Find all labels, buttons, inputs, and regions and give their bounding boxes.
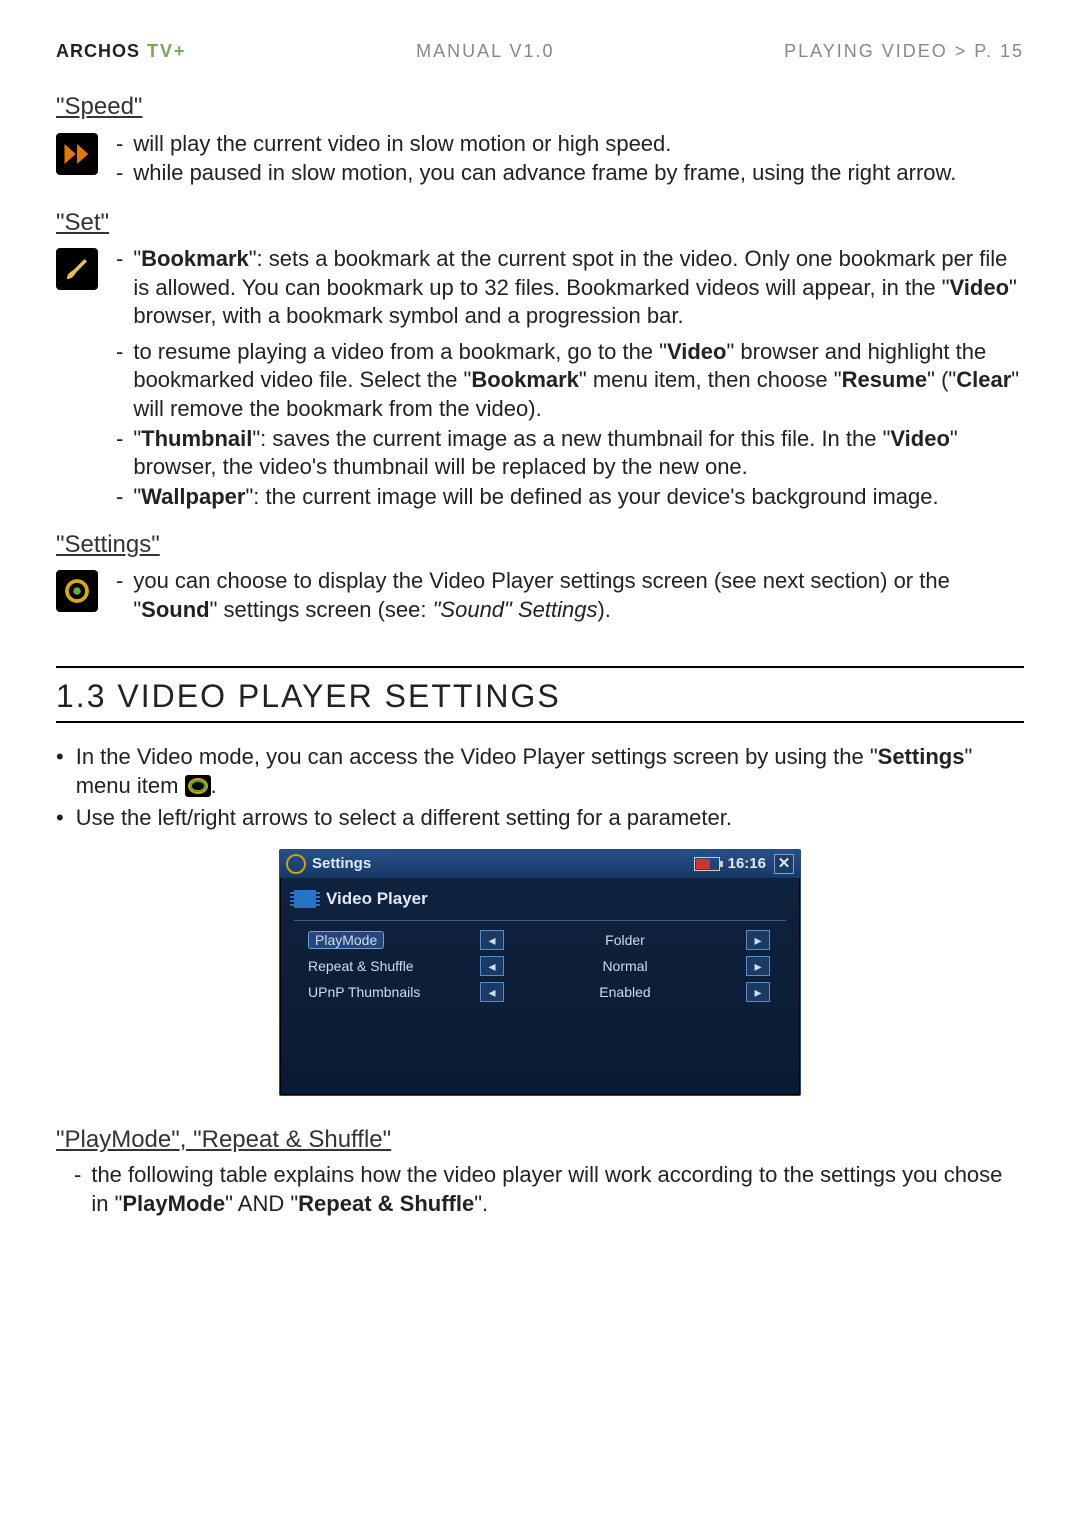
playmode-p1: the following table explains how the vid… xyxy=(91,1161,1024,1218)
header-left: ARCHOS TV+ xyxy=(56,40,187,63)
set-b3: "Thumbnail": saves the current image as … xyxy=(133,425,1024,482)
settings-inline-icon xyxy=(185,775,211,797)
row0-label: PlayMode xyxy=(308,931,384,949)
playmode-bullets: - the following table explains how the v… xyxy=(74,1161,1024,1218)
intro-l1: In the Video mode, you can access the Vi… xyxy=(76,743,1024,800)
left-arrow-icon[interactable]: ◂ xyxy=(480,982,504,1002)
row0-value: Folder xyxy=(506,931,744,949)
product: TV+ xyxy=(147,41,187,61)
shot-title: Settings xyxy=(312,854,371,874)
speed-block: -will play the current video in slow mot… xyxy=(56,129,1024,189)
header-center: MANUAL V1.0 xyxy=(416,40,554,63)
gear-icon xyxy=(56,570,98,612)
speed-heading: "Speed" xyxy=(56,91,1024,122)
row2-label: UPnP Thumbnails xyxy=(308,984,420,1000)
settings-heading: "Settings" xyxy=(56,529,1024,560)
shot-row-repeat[interactable]: Repeat & Shuffle ◂ Normal ▸ xyxy=(280,953,800,979)
section-1-3-heading: 1.3 VIDEO PLAYER SETTINGS xyxy=(56,666,1024,724)
settings-bullets: - you can choose to display the Video Pl… xyxy=(116,566,1024,625)
speed-b2: while paused in slow motion, you can adv… xyxy=(133,159,956,188)
set-b4: "Wallpaper": the current image will be d… xyxy=(133,483,938,512)
shot-row-upnp[interactable]: UPnP Thumbnails ◂ Enabled ▸ xyxy=(280,979,800,1005)
film-icon xyxy=(294,890,316,908)
battery-icon xyxy=(694,857,720,871)
row2-value: Enabled xyxy=(506,983,744,1001)
left-arrow-icon[interactable]: ◂ xyxy=(480,956,504,976)
row1-label: Repeat & Shuffle xyxy=(308,958,414,974)
brush-icon xyxy=(56,248,98,290)
speed-b1: will play the current video in slow moti… xyxy=(133,130,671,159)
intro-list: • In the Video mode, you can access the … xyxy=(56,743,1024,833)
set-b2: to resume playing a video from a bookmar… xyxy=(133,338,1024,424)
set-b1: "Bookmark": sets a bookmark at the curre… xyxy=(133,245,1024,331)
shot-divider xyxy=(294,920,786,921)
left-arrow-icon[interactable]: ◂ xyxy=(480,930,504,950)
set-heading: "Set" xyxy=(56,207,1024,238)
breadcrumb: PLAYING VIDEO > P. 15 xyxy=(784,41,1024,61)
right-arrow-icon[interactable]: ▸ xyxy=(746,956,770,976)
brand: ARCHOS xyxy=(56,41,140,61)
settings-screenshot: Settings 16:16 ✕ Video Player PlayMode ◂… xyxy=(279,849,801,1096)
close-icon[interactable]: ✕ xyxy=(774,854,794,874)
set-block: - "Bookmark": sets a bookmark at the cur… xyxy=(56,244,1024,332)
set-bullets: - "Bookmark": sets a bookmark at the cur… xyxy=(116,244,1024,332)
header-right: PLAYING VIDEO > P. 15 xyxy=(784,40,1024,63)
shot-clock: 16:16 xyxy=(728,854,766,874)
shot-subtitle: Video Player xyxy=(326,888,428,910)
intro-l2: Use the left/right arrows to select a di… xyxy=(76,804,732,833)
shot-gear-icon xyxy=(286,854,306,874)
page-header: ARCHOS TV+ MANUAL V1.0 PLAYING VIDEO > P… xyxy=(56,40,1024,63)
right-arrow-icon[interactable]: ▸ xyxy=(746,930,770,950)
row1-value: Normal xyxy=(506,957,744,975)
set-extra-bullets: - to resume playing a video from a bookm… xyxy=(116,338,1024,512)
settings-p1: you can choose to display the Video Play… xyxy=(133,567,1024,624)
shot-subhead: Video Player xyxy=(280,878,800,914)
fast-forward-icon xyxy=(56,133,98,175)
shot-titlebar: Settings 16:16 ✕ xyxy=(280,850,800,878)
shot-row-playmode[interactable]: PlayMode ◂ Folder ▸ xyxy=(280,927,800,953)
playmode-heading: "PlayMode", "Repeat & Shuffle" xyxy=(56,1124,1024,1155)
settings-block: - you can choose to display the Video Pl… xyxy=(56,566,1024,625)
speed-bullets: -will play the current video in slow mot… xyxy=(116,129,1024,189)
right-arrow-icon[interactable]: ▸ xyxy=(746,982,770,1002)
